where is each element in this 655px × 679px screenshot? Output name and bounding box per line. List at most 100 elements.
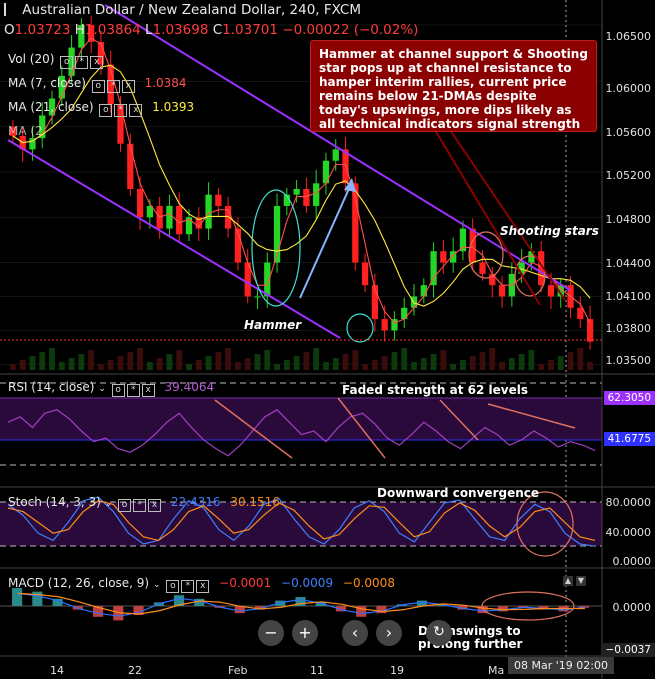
volume-bar	[19, 360, 26, 370]
ohlc-readout: O1.03723 H1.03864 L1.03698 C1.03701 −0.0…	[4, 22, 418, 38]
ohlc-change: −0.00022 (−0.02%)	[282, 22, 419, 38]
eye-icon[interactable]: o	[118, 499, 132, 512]
volume-bar	[401, 348, 408, 370]
close-icon[interactable]: x	[129, 104, 143, 117]
legend-macd[interactable]: MACD (12, 26, close, 9) ⌄ o * x −0.0001 −0…	[8, 576, 395, 593]
settings-icon[interactable]: *	[75, 56, 89, 69]
settings-icon[interactable]: *	[126, 384, 140, 397]
candle-body	[440, 251, 447, 263]
ohlc-label-close: C	[212, 22, 223, 38]
close-icon[interactable]: x	[148, 499, 162, 512]
volume-bar	[254, 354, 261, 370]
volume-bar	[567, 352, 574, 370]
scroll-up-icon[interactable]: ▲	[563, 576, 573, 586]
volume-bar	[352, 350, 359, 370]
volume-bar	[98, 364, 104, 370]
price-tick: 1.04800	[605, 213, 652, 226]
price-tick: 1.04400	[605, 257, 652, 270]
candle-body	[166, 205, 173, 229]
legend-stoch-label: Stoch (14, 3, 3)	[8, 495, 101, 509]
eye-icon[interactable]: o	[99, 104, 113, 117]
volume-bar	[548, 360, 554, 370]
legend-vol[interactable]: Vol (20) o * x	[8, 52, 104, 69]
legend-stoch[interactable]: Stoch (14, 3, 3) ⌄ o * x 22.4316 30.1516	[8, 495, 280, 512]
volume-bar	[205, 356, 212, 370]
volume-bar	[450, 364, 457, 370]
volume-bar	[587, 362, 594, 370]
settings-icon[interactable]: *	[133, 499, 147, 512]
volume-bar	[538, 364, 545, 370]
candle-body	[352, 183, 359, 263]
stoch-tick: 40.0000	[605, 526, 652, 539]
eye-icon[interactable]: o	[111, 384, 125, 397]
legend-rsi-label: RSI (14, close)	[8, 380, 95, 394]
volume-bar	[489, 348, 496, 370]
hammer-label: Hammer	[244, 318, 302, 332]
volume-bar	[78, 354, 85, 370]
settings-icon[interactable]: *	[106, 80, 120, 93]
reset-chart-button[interactable]: ↻	[426, 620, 452, 646]
volume-bar	[508, 358, 515, 370]
volume-bar	[391, 352, 398, 370]
legend-macd-v1: −0.0001	[219, 576, 272, 590]
rsi-note: Faded strength at 62 levels	[342, 383, 528, 397]
chevron-down-icon[interactable]: ⌄	[105, 499, 113, 509]
close-icon[interactable]: x	[90, 56, 104, 69]
close-icon[interactable]: x	[121, 80, 135, 93]
chevron-down-icon[interactable]: ⌄	[98, 384, 106, 394]
ohlc-label-low: L	[145, 22, 153, 38]
zoom-in-button[interactable]: +	[292, 620, 318, 646]
rsi-lower-tag: 41.6775	[603, 432, 655, 446]
volume-bar	[146, 362, 153, 370]
candle-body	[479, 262, 486, 274]
legend-rsi[interactable]: RSI (14, close) ⌄ o * x 39.4064	[8, 380, 214, 397]
candle-body	[303, 189, 310, 206]
eye-icon[interactable]: o	[166, 580, 180, 593]
scroll-down-icon[interactable]: ▼	[576, 576, 586, 586]
legend-ma21[interactable]: MA (21, close) o * x 1.0393	[8, 100, 194, 117]
legend-ma-extra[interactable]: MA (2	[8, 124, 43, 138]
volume-bar	[68, 358, 75, 370]
eye-icon[interactable]: o	[91, 80, 105, 93]
legend-ma-extra-label: MA (2	[8, 124, 43, 138]
legend-stoch-k: 22.4316	[170, 495, 221, 509]
candle-body	[254, 296, 261, 298]
macd-neg-tag: −0.0037	[601, 643, 655, 657]
volume-bar	[225, 348, 232, 370]
volume-bar	[430, 354, 437, 370]
volume-bar	[117, 356, 124, 370]
ohlc-label-high: H	[74, 22, 85, 38]
volume-bar	[313, 348, 320, 370]
volume-bar	[440, 350, 447, 370]
chevron-down-icon[interactable]: ⌄	[153, 580, 161, 590]
symbol-title: Australian Dollar / New Zealand Dollar, …	[22, 2, 361, 18]
price-tick: 1.03800	[605, 322, 652, 335]
settings-icon[interactable]: *	[181, 580, 195, 593]
candle-body	[430, 251, 437, 286]
volume-bar	[176, 350, 183, 370]
legend-macd-v2: −0.0009	[281, 576, 334, 590]
volume-bar	[39, 352, 46, 370]
settings-icon[interactable]: *	[114, 104, 128, 117]
legend-ma7[interactable]: MA (7, close) o * x 1.0384	[8, 76, 187, 93]
close-icon[interactable]: x	[196, 580, 210, 593]
close-icon[interactable]: x	[141, 384, 155, 397]
scroll-right-button[interactable]: ›	[376, 620, 402, 646]
candle-body	[420, 285, 427, 297]
candle-body	[381, 319, 388, 331]
chart-title: Australian Dollar / New Zealand Dollar, …	[4, 2, 361, 18]
zoom-out-button[interactable]: −	[258, 620, 284, 646]
volume-bar	[127, 352, 134, 370]
volume-bar	[420, 358, 427, 370]
price-tick: 1.06000	[605, 82, 652, 95]
scroll-left-button[interactable]: ‹	[342, 620, 368, 646]
ohlc-label-open: O	[4, 22, 15, 38]
candle-body	[498, 285, 506, 297]
collapse-icon[interactable]	[4, 3, 14, 16]
eye-icon[interactable]: o	[60, 56, 74, 69]
volume-bar	[411, 362, 417, 370]
candle-body	[313, 183, 320, 206]
callout-pointer-2	[449, 129, 566, 301]
candle-body	[205, 194, 212, 229]
volume-bar	[528, 350, 535, 370]
